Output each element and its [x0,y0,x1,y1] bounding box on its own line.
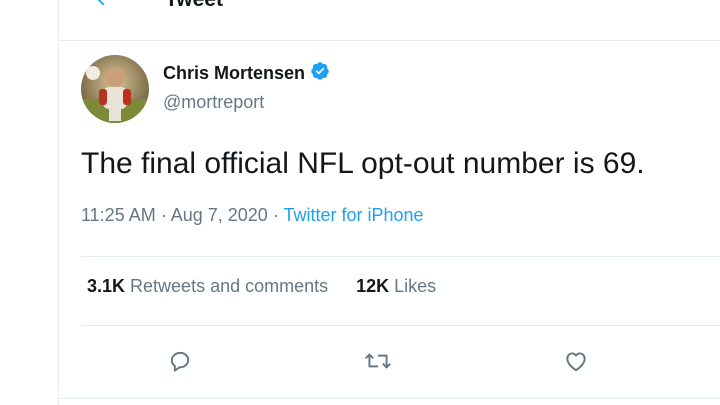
likes-label: Likes [389,276,437,296]
likes-count: 12K [356,276,390,296]
author-name[interactable]: Chris Mortensen [163,63,305,84]
tweet-stats: 3.1K Retweets and comments 12K Likes [87,276,436,297]
arrow-left-icon [92,0,114,14]
author-block: Chris Mortensen @mortreport [163,61,330,113]
tweet-source-link[interactable]: Twitter for iPhone [283,205,423,225]
avatar[interactable] [81,55,149,123]
likes-stat[interactable]: 12K Likes [356,276,436,297]
tweet-detail: Chris Mortensen @mortreport The final of… [59,41,720,405]
verified-badge-icon [310,61,330,86]
author-handle[interactable]: @mortreport [163,92,330,113]
retweets-label: Retweets and comments [125,276,329,296]
retweet-button[interactable] [360,345,396,381]
tweet-timestamp[interactable]: 11:25 AM · Aug 7, 2020 [81,205,268,225]
like-button[interactable] [558,345,594,381]
retweets-stat[interactable]: 3.1K Retweets and comments [87,276,328,297]
divider [59,398,720,399]
page-title: Tweet [165,0,223,12]
tweet-meta: 11:25 AM · Aug 7, 2020 · Twitter for iPh… [81,205,424,226]
page-header: Tweet [59,0,720,41]
meta-separator: · [267,205,284,225]
reply-icon [167,348,193,379]
retweet-icon [363,348,393,379]
like-icon [563,348,589,379]
reply-button[interactable] [162,345,198,381]
divider [81,325,720,326]
back-button[interactable] [87,0,119,16]
retweets-count: 3.1K [87,276,126,296]
divider [81,256,720,257]
left-rail [0,0,59,405]
tweet-actions [59,345,720,381]
tweet-text: The final official NFL opt-out number is… [81,147,645,180]
